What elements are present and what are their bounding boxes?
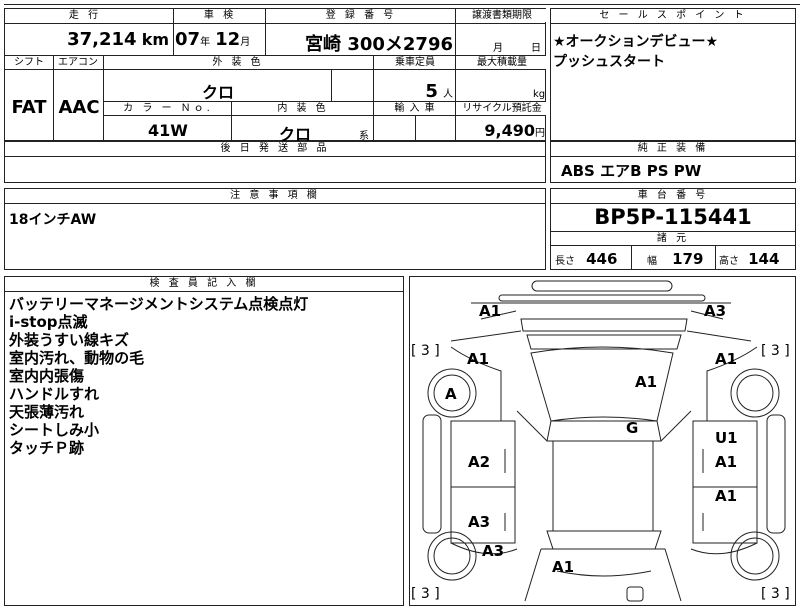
exterior-color-value: クロ <box>201 83 234 102</box>
mark-right-front-door-u: U1 <box>715 429 738 447</box>
shift-label: シフト <box>5 56 53 69</box>
selling-point-box: セ ー ル ス ポ イ ン ト ★オークションデビュー★ プッシュスタート <box>550 8 796 141</box>
top-cut-strip <box>4 0 800 5</box>
mark-front-right-corner: A3 <box>704 302 726 320</box>
equipment-label: 純 正 装 備 <box>551 142 795 155</box>
later-parts-box: 後 日 発 送 部 品 <box>4 141 546 183</box>
registration-value: 宮崎 300メ2796 <box>305 34 453 55</box>
notes-value: 18インチAW <box>9 212 97 228</box>
aircon-value: AAC <box>58 97 100 118</box>
aircon-label: エアコン <box>54 56 102 69</box>
width-cell: 幅 179 <box>647 250 704 268</box>
inspector-label: 検 査 員 記 入 欄 <box>5 277 403 290</box>
inspector-line: ハンドルすれ <box>9 385 100 403</box>
dimensions-label: 諸 元 <box>551 232 795 245</box>
exterior-color-label: 外 装 色 <box>105 56 371 69</box>
equipment-box: 純 正 装 備 ABS エアB PS PW <box>550 141 796 183</box>
inspector-lines: バッテリーマネージメントシステム点検点灯 i-stop点滅 外装うすい線キズ 室… <box>9 295 308 457</box>
inspector-line: シートしみ小 <box>9 421 100 439</box>
import-label: 輸 入 車 <box>375 102 455 115</box>
mileage-value: 37,214 km <box>67 29 169 50</box>
shaken-value: 07年 12月 <box>175 29 251 50</box>
capacity-value: 5 人 <box>425 81 453 102</box>
later-parts-label: 後 日 発 送 部 品 <box>5 142 545 155</box>
mark-hood: A1 <box>635 373 657 391</box>
mark-roof: G <box>626 419 638 437</box>
inspector-line: 室内汚れ、動物の毛 <box>9 349 145 367</box>
transfer-month-unit: 月 <box>493 43 503 54</box>
recycle-label: リサイクル預託金 <box>457 102 547 115</box>
shift-value: FAT <box>11 97 47 118</box>
chassis-box: 車 台 番 号 BP5P-115441 諸 元 長さ 446 幅 179 高さ … <box>550 188 796 270</box>
mark-left-front-door: A2 <box>468 453 490 471</box>
car-diagram: A1 A3 A1 A1 A A1 G U1 A1 A2 A1 A3 A3 A1 … <box>411 280 790 602</box>
color-no-value: 41W <box>148 121 188 140</box>
mileage-label: 走 行 <box>5 9 165 22</box>
inspector-line: i-stop点滅 <box>9 313 88 331</box>
equipment-value: ABS エアB PS PW <box>561 162 702 180</box>
registration-label: 登 録 番 号 <box>267 9 455 22</box>
inspector-line: タッチＰ跡 <box>9 439 85 457</box>
mark-trunk: A1 <box>552 558 574 576</box>
interior-color-unit: 系 <box>359 131 369 142</box>
mark-right-front-door: A1 <box>715 453 737 471</box>
tread-front-left: [ 3 ] <box>411 343 440 359</box>
capacity-label: 乗車定員 <box>375 56 455 69</box>
car-diagram-box: A1 A3 A1 A1 A A1 G U1 A1 A2 A1 A3 A3 A1 … <box>409 276 796 606</box>
length-cell: 長さ 446 <box>555 250 618 268</box>
interior-color-label: 内 装 色 <box>233 102 373 115</box>
mark-left-fender: A1 <box>467 350 489 368</box>
selling-point-line: ★オークションデビュー★ <box>553 34 719 50</box>
color-no-label: カ ラ ー Ｎｏ. <box>105 102 231 115</box>
spec-table: 走 行 車 検 登 録 番 号 譲渡書類期限 37,214 km 07年 12月… <box>4 8 547 144</box>
tread-front-right: [ 3 ] <box>761 343 790 359</box>
chassis-label: 車 台 番 号 <box>551 189 795 202</box>
inspector-line: 室内内張傷 <box>9 367 85 385</box>
inspector-line: 外装うすい線キズ <box>9 331 130 349</box>
inspector-line: 天張薄汚れ <box>9 403 85 421</box>
max-load-label: 最大積載量 <box>457 56 547 69</box>
notes-label: 注 意 事 項 欄 <box>5 189 545 202</box>
transfer-day-unit: 日 <box>531 43 541 54</box>
inspector-line: バッテリーマネージメントシステム点検点灯 <box>9 295 309 313</box>
mark-right-fender: A1 <box>715 350 737 368</box>
mark-front-left-corner: A1 <box>479 302 501 320</box>
inspector-box: 検 査 員 記 入 欄 バッテリーマネージメントシステム点検点灯 i-stop点… <box>4 276 404 606</box>
notes-box: 注 意 事 項 欄 18インチAW <box>4 188 546 270</box>
mark-left-front-wheel: A <box>445 385 457 403</box>
height-cell: 高さ 144 <box>719 250 780 268</box>
selling-point-label: セ ー ル ス ポ イ ン ト <box>551 9 795 22</box>
mark-right-rear-door: A1 <box>715 487 737 505</box>
mark-left-rear-quarter: A3 <box>482 542 504 560</box>
recycle-value: 9,490円 <box>484 121 545 140</box>
transfer-deadline-label: 譲渡書類期限 <box>457 9 547 22</box>
chassis-value: BP5P-115441 <box>594 205 752 229</box>
mark-left-rear-door: A3 <box>468 513 490 531</box>
shaken-label: 車 検 <box>175 9 265 22</box>
max-load-unit: kg <box>533 89 546 100</box>
selling-point-line: プッシュスタート <box>553 54 665 70</box>
